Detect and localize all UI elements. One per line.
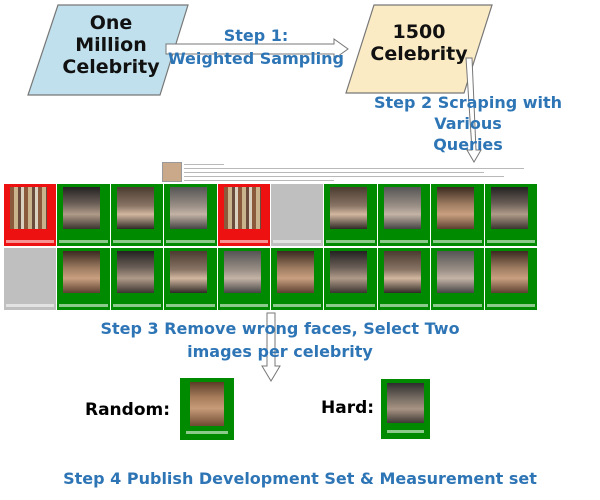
face-photo bbox=[170, 187, 208, 229]
face-grid-cell bbox=[431, 248, 484, 310]
random-selected-image bbox=[180, 378, 234, 440]
face-grid bbox=[4, 184, 538, 312]
face-caption bbox=[273, 240, 322, 243]
face-photo bbox=[383, 187, 421, 229]
face-photo bbox=[330, 251, 368, 293]
face-caption bbox=[112, 304, 162, 307]
face-photo bbox=[437, 187, 475, 229]
face-caption bbox=[326, 304, 375, 307]
face-photo bbox=[116, 187, 154, 229]
face-photo bbox=[330, 187, 368, 229]
result-header-line bbox=[184, 180, 334, 181]
face-grid-cell bbox=[324, 248, 377, 310]
face-grid-cell bbox=[324, 184, 377, 246]
face-photo bbox=[63, 251, 101, 293]
step2-label: Step 2 Scraping with Various Queries bbox=[373, 93, 563, 154]
result-header-line bbox=[184, 172, 484, 173]
face-caption bbox=[273, 304, 322, 307]
face-photo bbox=[116, 251, 154, 293]
face-photo bbox=[223, 251, 261, 293]
face-caption bbox=[486, 240, 535, 243]
step4-label: Step 4 Publish Development Set & Measure… bbox=[63, 469, 537, 488]
face-photo bbox=[383, 251, 421, 293]
step1-label: Step 1: Weighted Sampling bbox=[167, 26, 345, 68]
face-caption bbox=[326, 240, 375, 243]
face-grid-cell bbox=[164, 248, 217, 310]
node-one-million-label: One Million Celebrity bbox=[62, 12, 160, 78]
face-caption bbox=[433, 240, 482, 243]
face-grid-cell bbox=[110, 184, 164, 246]
face-photo bbox=[277, 251, 314, 293]
face-grid-cell bbox=[271, 248, 324, 310]
hard-selected-image bbox=[381, 379, 430, 439]
face-caption bbox=[112, 240, 162, 243]
result-header-thumbnail bbox=[162, 162, 182, 182]
face-grid-cell bbox=[57, 248, 110, 310]
step3-label: Step 3 Remove wrong faces, Select Two im… bbox=[100, 319, 460, 361]
face-caption bbox=[166, 240, 215, 243]
face-grid-cell bbox=[271, 184, 324, 246]
result-header-line bbox=[184, 164, 224, 165]
face-grid-cell bbox=[484, 184, 537, 246]
face-caption bbox=[219, 240, 268, 243]
random-label: Random: bbox=[85, 400, 171, 420]
face-caption bbox=[219, 304, 268, 307]
face-grid-cell bbox=[484, 248, 537, 310]
random-caption bbox=[186, 431, 228, 434]
face-caption bbox=[379, 304, 429, 307]
face-caption bbox=[6, 240, 55, 243]
face-grid-cell bbox=[110, 248, 164, 310]
hard-caption bbox=[387, 430, 424, 433]
face-caption bbox=[433, 304, 482, 307]
face-photo bbox=[63, 187, 101, 229]
face-grid-cell bbox=[431, 184, 484, 246]
face-grid-cell bbox=[4, 248, 57, 310]
random-face-photo bbox=[190, 382, 224, 426]
face-photo bbox=[437, 251, 475, 293]
hard-label: Hard: bbox=[321, 398, 375, 418]
face-caption bbox=[6, 304, 55, 307]
face-photo bbox=[10, 187, 47, 229]
face-photo bbox=[490, 251, 528, 293]
face-photo bbox=[223, 187, 261, 229]
face-grid-cell bbox=[217, 184, 270, 246]
face-grid-cell bbox=[377, 184, 431, 246]
face-caption bbox=[379, 240, 429, 243]
face-grid-cell bbox=[4, 184, 57, 246]
face-photo bbox=[490, 187, 528, 229]
face-caption bbox=[166, 304, 215, 307]
face-grid-cell bbox=[217, 248, 270, 310]
face-grid-cell bbox=[377, 248, 431, 310]
face-grid-cell bbox=[164, 184, 217, 246]
face-photo bbox=[170, 251, 208, 293]
face-caption bbox=[59, 304, 108, 307]
face-caption bbox=[486, 304, 535, 307]
face-grid-cell bbox=[57, 184, 110, 246]
search-results-panel bbox=[4, 160, 538, 312]
hard-face-photo bbox=[387, 383, 424, 423]
result-header-line bbox=[184, 168, 524, 169]
result-header-line bbox=[184, 176, 504, 177]
node-1500-label: 1500 Celebrity bbox=[370, 21, 468, 65]
face-caption bbox=[59, 240, 108, 243]
